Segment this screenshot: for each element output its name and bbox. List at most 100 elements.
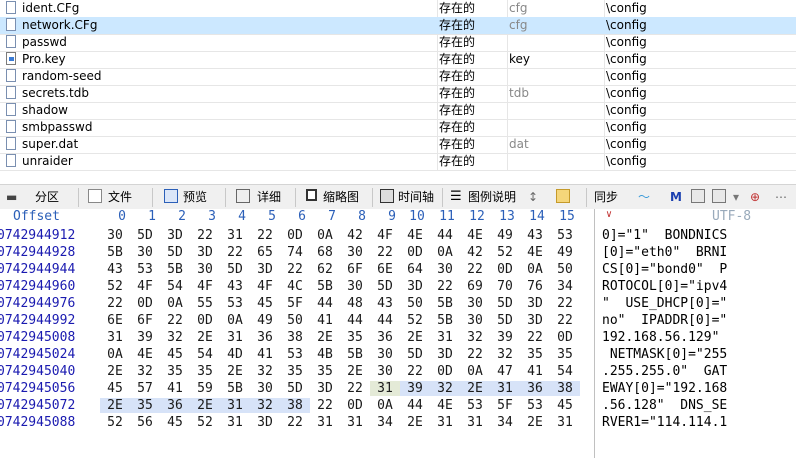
hex-byte[interactable]: 41 [160,381,190,396]
hex-byte[interactable]: 5B [430,296,460,311]
hex-byte[interactable]: 31 [220,228,250,243]
hex-byte[interactable]: 22 [340,381,370,396]
file-row[interactable]: network.CFg 存在的 cfg \config [0,17,796,35]
hex-byte[interactable]: 31 [370,381,400,396]
hex-byte[interactable]: 22 [400,364,430,379]
hex-byte[interactable]: 5B [340,347,370,362]
hex-byte[interactable]: 48 [340,296,370,311]
hex-byte[interactable]: 54 [550,364,580,379]
hex-byte[interactable]: 22 [250,228,280,243]
hex-byte[interactable]: 39 [130,330,160,345]
hex-byte[interactable]: 3D [430,347,460,362]
hex-byte[interactable]: 22 [370,245,400,260]
hex-byte[interactable]: 22 [100,296,130,311]
hex-byte[interactable]: 4F [190,279,220,294]
preview-tab[interactable]: 预览 [183,188,207,206]
hex-byte[interactable]: 5D [490,313,520,328]
hex-byte[interactable]: 35 [550,347,580,362]
hex-byte[interactable]: 34 [370,415,400,430]
hex-byte[interactable]: 2E [100,364,130,379]
hex-byte[interactable]: 0D [340,398,370,413]
hex-byte[interactable]: 59 [190,381,220,396]
hex-byte[interactable]: 38 [280,330,310,345]
hex-byte[interactable]: 5D [130,228,160,243]
hex-byte[interactable]: 22 [520,330,550,345]
hex-byte[interactable]: 5D [400,347,430,362]
hex-byte[interactable]: 3D [310,381,340,396]
hex-byte[interactable]: 31 [460,415,490,430]
target-icon[interactable]: ⊕ [750,188,760,206]
hex-bytes[interactable]: 30 5D 3D 22 31 22 0D 0A 42 4F 4E 44 4E 49 43 53 5B 30 5D 3D… [100,227,594,458]
file-row[interactable]: smbpasswd 存在的 \config [0,119,796,137]
hex-byte[interactable]: 56 [130,415,160,430]
sort-icon[interactable]: ↕ [528,188,538,206]
hex-view[interactable]: 0742944912 0742944928 0742944944 0742944960… [0,227,796,458]
file-row[interactable]: Pro.key 存在的 key \config [0,51,796,69]
hex-byte[interactable]: 54 [190,347,220,362]
hex-byte[interactable]: 2E [310,330,340,345]
hex-byte[interactable]: 38 [280,398,310,413]
text-line[interactable]: CS[0]="bond0" P [602,262,727,277]
hex-byte[interactable]: 2E [460,381,490,396]
hex-byte[interactable]: 22 [190,228,220,243]
hex-byte[interactable]: 52 [490,245,520,260]
hex-byte[interactable]: 2E [220,364,250,379]
hex-byte[interactable]: 43 [220,279,250,294]
text-line[interactable]: RVER1="114.114.1 [602,415,727,430]
hex-byte[interactable]: 35 [520,347,550,362]
hex-byte[interactable]: 4F [250,279,280,294]
hex-byte[interactable]: 43 [100,262,130,277]
hex-byte[interactable]: 32 [430,381,460,396]
folder-icon[interactable] [556,189,570,203]
text-line[interactable]: 0]="1" BONDNICS [602,228,727,243]
hex-byte[interactable]: 43 [370,296,400,311]
hex-byte[interactable]: 3D [520,296,550,311]
hex-byte[interactable]: 0A [310,228,340,243]
hex-byte[interactable]: 69 [460,279,490,294]
file-row[interactable]: random-seed 存在的 \config [0,68,796,86]
hex-byte[interactable]: 45 [160,347,190,362]
hex-byte[interactable]: 31 [490,381,520,396]
hex-byte[interactable]: 45 [100,381,130,396]
text-line[interactable]: 192.168.56.129" [602,330,719,345]
hex-byte[interactable]: 31 [430,330,460,345]
hex-byte[interactable]: 32 [130,364,160,379]
text-line[interactable]: [0]="eth0" BRNI [602,245,727,260]
hex-byte[interactable]: 53 [460,398,490,413]
hex-byte[interactable]: 5F [280,296,310,311]
hex-byte[interactable]: 0D [490,262,520,277]
hex-byte[interactable]: 52 [190,415,220,430]
hex-byte[interactable]: 50 [280,313,310,328]
hex-byte[interactable]: 32 [250,364,280,379]
hex-byte[interactable]: 30 [370,347,400,362]
hex-byte[interactable]: 39 [490,330,520,345]
hex-byte[interactable]: 4B [310,347,340,362]
hex-byte[interactable]: 5B [220,381,250,396]
text-column[interactable]: 0]="1" BONDNICS [0]="eth0" BRNI CS[0]="bon… [602,227,796,458]
hex-byte[interactable]: 42 [460,245,490,260]
hex-byte[interactable]: 30 [340,279,370,294]
hex-byte[interactable]: 39 [400,381,430,396]
hex-byte[interactable]: 4E [460,228,490,243]
hex-byte[interactable]: 6E [370,262,400,277]
hex-byte[interactable]: 2E [190,398,220,413]
hex-byte[interactable]: 45 [160,415,190,430]
hex-byte[interactable]: 41 [520,364,550,379]
text-line[interactable]: .56.128" DNS_SE [602,398,727,413]
hex-byte[interactable]: 5B [100,245,130,260]
hex-byte[interactable]: 44 [370,313,400,328]
hex-byte[interactable]: 76 [520,279,550,294]
hex-byte[interactable]: 6F [340,262,370,277]
hex-byte[interactable]: 35 [190,364,220,379]
hex-byte[interactable]: 0A [430,245,460,260]
hex-byte[interactable]: 34 [490,415,520,430]
hex-byte[interactable]: 22 [550,313,580,328]
hex-byte[interactable]: 52 [400,313,430,328]
hex-byte[interactable]: 30 [340,245,370,260]
hex-byte[interactable]: 4D [220,347,250,362]
detail-tab[interactable]: 详细 [257,188,281,206]
hex-byte[interactable]: 5D [370,279,400,294]
hex-byte[interactable]: 44 [400,398,430,413]
hex-byte[interactable]: 4E [430,398,460,413]
hex-byte[interactable]: 4E [400,228,430,243]
